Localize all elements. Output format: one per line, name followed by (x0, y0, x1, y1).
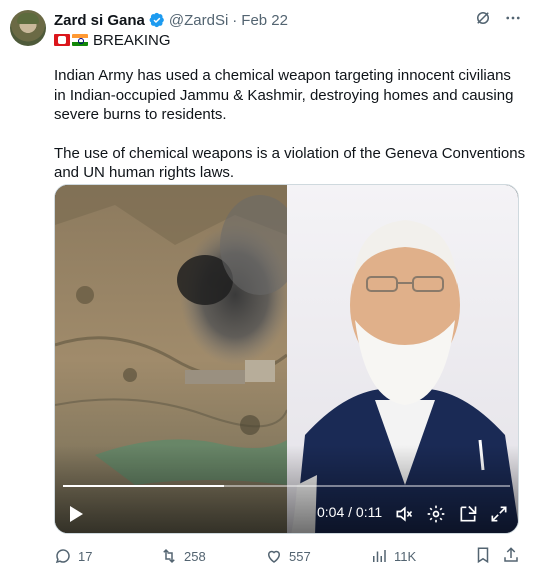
settings-icon[interactable] (426, 504, 446, 524)
verified-badge-icon[interactable] (149, 12, 165, 28)
india-flag-icon (72, 34, 88, 46)
tweet-text: Indian Army has used a chemical weapon t… (54, 66, 526, 183)
author-handle[interactable]: @ZardSi (169, 12, 228, 29)
reply-icon (55, 549, 70, 564)
avatar[interactable] (10, 10, 46, 46)
tweet-header: Zard si Gana @ZardSi · Feb 22 (54, 10, 288, 30)
engagement-bar: 17 258 557 11K (54, 546, 524, 566)
mute-icon[interactable] (394, 504, 414, 524)
oman-flag-icon (54, 34, 70, 46)
grok-icon[interactable] (474, 9, 492, 27)
repost-count: 258 (184, 548, 206, 564)
more-options-icon[interactable] (504, 9, 522, 27)
fullscreen-icon[interactable] (489, 504, 509, 524)
tweet-paragraph-1: Indian Army has used a chemical weapon t… (54, 67, 514, 123)
video-player[interactable]: 0:04 / 0:11 (54, 184, 519, 534)
play-icon[interactable] (68, 505, 84, 523)
author-name[interactable]: Zard si Gana (54, 12, 145, 29)
tweet[interactable]: Zard si Gana @ZardSi · Feb 22 BREAKING I… (0, 0, 542, 570)
header-actions (474, 9, 522, 27)
like-count: 557 (289, 548, 311, 564)
tweet-paragraph-2: The use of chemical weapons is a violati… (54, 144, 526, 182)
video-frame (55, 185, 518, 533)
video-time: 0:04 / 0:11 (317, 504, 383, 520)
video-controls: 0:04 / 0:11 (55, 493, 518, 533)
bookmark-icon[interactable] (474, 546, 492, 564)
breaking-label: BREAKING (93, 31, 171, 49)
views-chart-icon (373, 550, 386, 562)
reply-count: 17 (78, 548, 93, 564)
breaking-line: BREAKING (54, 31, 171, 49)
separator-dot: · (232, 11, 238, 29)
video-progress-fill (63, 485, 224, 487)
like-button[interactable]: 557 (265, 547, 311, 565)
pip-icon[interactable] (458, 504, 478, 524)
reply-button[interactable]: 17 (54, 547, 92, 565)
share-icon[interactable] (502, 546, 520, 564)
repost-button[interactable]: 258 (160, 547, 206, 565)
heart-icon (267, 550, 281, 563)
avatar-cap (17, 13, 39, 24)
views-count: 11K (394, 548, 417, 564)
video-progress-bar[interactable] (63, 485, 510, 487)
tweet-date[interactable]: Feb 22 (241, 12, 288, 29)
repost-icon (163, 548, 175, 564)
views-button[interactable]: 11K (370, 547, 416, 565)
